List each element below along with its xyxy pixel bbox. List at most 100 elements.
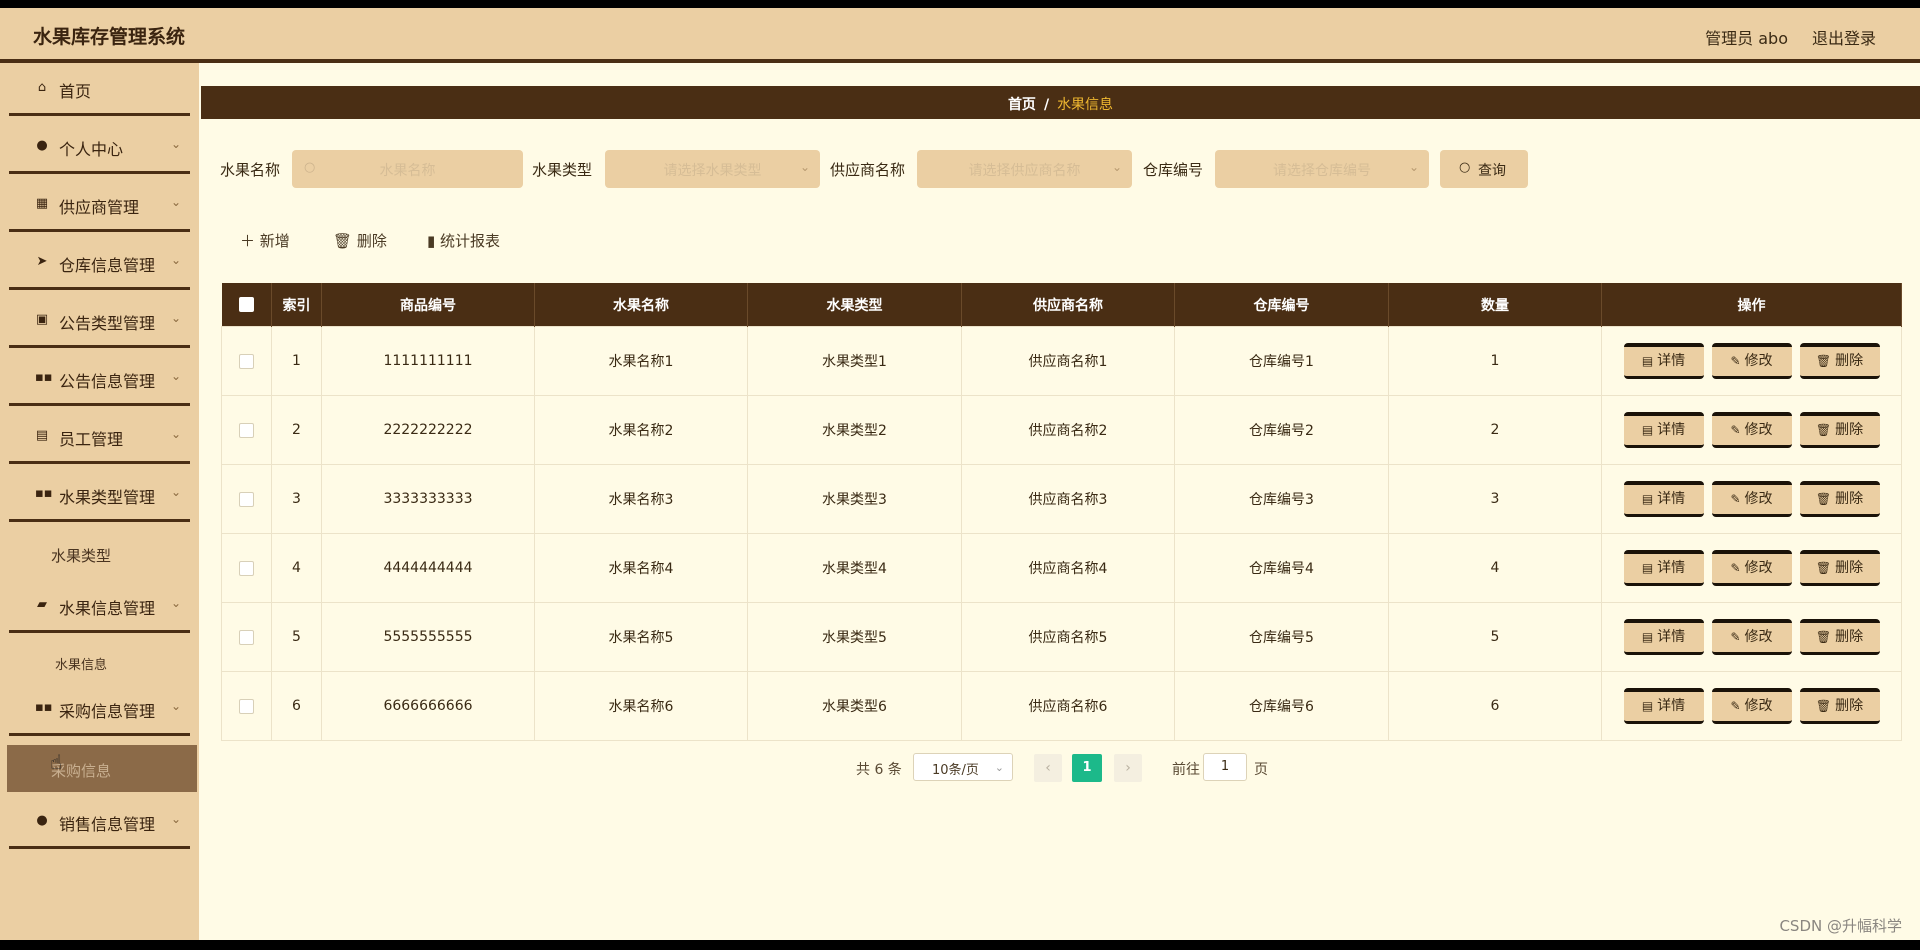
detail-button[interactable]: ▤ 详情 <box>1623 688 1704 724</box>
sidebar-subitem-purchase-info[interactable]: 采购信息 <box>7 745 197 792</box>
table-cell: 水果名称6 <box>534 671 748 741</box>
row-actions: ▤ 详情 ✎ 修改 🗑 删除 <box>1601 395 1902 465</box>
sidebar-item-warehouse[interactable]: ➤ 仓库信息管理 ⌄ <box>9 238 190 290</box>
row-select-cell[interactable] <box>221 602 272 672</box>
edit-button[interactable]: ✎ 修改 <box>1711 688 1792 724</box>
detail-button[interactable]: ▤ 详情 <box>1623 619 1704 655</box>
detail-button[interactable]: ▤ 详情 <box>1623 412 1704 448</box>
chevron-down-icon: ⌄ <box>799 160 810 174</box>
sidebar-item-purchase[interactable]: ▪▪ 采购信息管理 ⌄ <box>9 684 190 736</box>
warehouse-select[interactable]: 请选择仓库编号 ⌄ <box>1215 150 1429 188</box>
sidebar-item-label: 公告信息管理 <box>59 372 156 391</box>
delete-button[interactable]: 🗑 删除 <box>1799 343 1880 379</box>
supplier-select[interactable]: 请选择供应商名称 ⌄ <box>917 150 1132 188</box>
top-header: 水果库存管理系统 管理员 abo 退出登录 <box>0 8 1920 63</box>
table-cell: 水果类型4 <box>747 533 962 603</box>
table-cell: 4 <box>271 533 322 603</box>
select-all-cell[interactable] <box>221 283 272 327</box>
detail-label: 详情 <box>1657 353 1686 369</box>
row-select-cell[interactable] <box>221 395 272 465</box>
sidebar-item-sales[interactable]: ● 销售信息管理 ⌄ <box>9 797 190 849</box>
sidebar-item-label: 水果类型管理 <box>59 488 156 507</box>
breadcrumb-separator: / <box>1043 97 1050 113</box>
detail-button[interactable]: ▤ 详情 <box>1623 550 1704 586</box>
logout-link[interactable]: 退出登录 <box>1812 25 1876 49</box>
edit-label: 修改 <box>1744 560 1773 576</box>
bar-chart-icon: ▮ <box>427 232 436 250</box>
fruit-type-select[interactable]: 请选择水果类型 ⌄ <box>605 150 820 188</box>
detail-button[interactable]: ▤ 详情 <box>1623 343 1704 379</box>
clipboard-icon: ▣ <box>35 312 49 327</box>
next-page-button[interactable]: › <box>1114 754 1142 782</box>
table-cell: 水果名称3 <box>534 464 748 534</box>
sidebar-item-fruit-type[interactable]: ▪▪ 水果类型管理 ⌄ <box>9 470 190 522</box>
sidebar-subitem-fruit-info[interactable]: 水果信息 <box>9 641 190 683</box>
row-select-cell[interactable] <box>221 326 272 396</box>
detail-button[interactable]: ▤ 详情 <box>1623 481 1704 517</box>
page-size-select[interactable]: 10条/页 ⌄ <box>913 753 1013 781</box>
delete-button[interactable]: 🗑 删除 <box>1799 412 1880 448</box>
add-button[interactable]: ＋ 新增 <box>240 230 290 251</box>
edit-button[interactable]: ✎ 修改 <box>1711 619 1792 655</box>
row-select-cell[interactable] <box>221 533 272 603</box>
edit-button[interactable]: ✎ 修改 <box>1711 343 1792 379</box>
fruit-table: 索引 商品编号 水果名称 水果类型 供应商名称 仓库编号 数量 操作 1 1111… <box>221 283 1902 741</box>
table-cell: 仓库编号3 <box>1174 464 1389 534</box>
row-checkbox[interactable] <box>239 422 254 438</box>
sidebar-item-fruit-info[interactable]: ▰ 水果信息管理 ⌄ <box>9 581 190 633</box>
fruit-type-placeholder: 请选择水果类型 <box>663 163 762 179</box>
edit-button[interactable]: ✎ 修改 <box>1711 550 1792 586</box>
chevron-right-icon: › <box>1125 760 1131 776</box>
edit-label: 修改 <box>1744 698 1773 714</box>
delete-button[interactable]: 🗑 删除 <box>1799 481 1880 517</box>
page-number-button[interactable]: 1 <box>1072 754 1102 782</box>
table-cell: 供应商名称1 <box>961 326 1175 396</box>
document-icon: ▤ <box>1641 354 1654 368</box>
goto-page-input[interactable]: 1 <box>1203 753 1247 781</box>
sidebar-item-notice-info[interactable]: ▪▪ 公告信息管理 ⌄ <box>9 354 190 406</box>
goto-prefix: 前往 <box>1172 762 1200 778</box>
report-button[interactable]: ▮ 统计报表 <box>427 230 500 251</box>
sidebar-item-notice-type[interactable]: ▣ 公告类型管理 ⌄ <box>9 296 190 348</box>
select-all-checkbox[interactable] <box>238 297 254 312</box>
batch-delete-button[interactable]: 🗑 删除 <box>333 230 387 251</box>
table-cell: 仓库编号1 <box>1174 326 1389 396</box>
chevron-down-icon: ⌄ <box>994 761 1004 774</box>
sidebar-subitem-fruit-type[interactable]: 水果类型 <box>9 533 190 575</box>
report-button-label: 统计报表 <box>440 232 501 250</box>
row-checkbox[interactable] <box>239 353 254 369</box>
delete-button[interactable]: 🗑 删除 <box>1799 619 1880 655</box>
row-checkbox[interactable] <box>239 560 254 576</box>
table-cell: 1111111111 <box>321 326 535 396</box>
column-header: 仓库编号 <box>1174 283 1389 327</box>
query-button-label: 查询 <box>1478 163 1506 179</box>
row-select-cell[interactable] <box>221 464 272 534</box>
delete-button[interactable]: 🗑 删除 <box>1799 550 1880 586</box>
row-actions: ▤ 详情 ✎ 修改 🗑 删除 <box>1601 533 1902 603</box>
row-checkbox[interactable] <box>239 698 254 714</box>
row-checkbox[interactable] <box>239 629 254 645</box>
sidebar-item-staff[interactable]: ▤ 员工管理 ⌄ <box>9 412 190 464</box>
sidebar: ⌂ 首页 ● 个人中心 ⌄ ▦ 供应商管理 ⌄ ➤ 仓库信息管理 ⌄ ▣ 公告类… <box>0 63 199 940</box>
query-button[interactable]: ○ 查询 <box>1440 150 1528 188</box>
prev-page-button[interactable]: ‹ <box>1034 754 1062 782</box>
row-checkbox[interactable] <box>239 491 254 507</box>
fruit-name-input[interactable]: ○ 水果名称 <box>292 150 523 188</box>
row-select-cell[interactable] <box>221 671 272 741</box>
breadcrumb-home[interactable]: 首页 <box>1008 97 1036 113</box>
sidebar-item-personal-center[interactable]: ● 个人中心 ⌄ <box>9 122 190 174</box>
edit-button[interactable]: ✎ 修改 <box>1711 412 1792 448</box>
edit-button[interactable]: ✎ 修改 <box>1711 481 1792 517</box>
sidebar-item-home[interactable]: ⌂ 首页 <box>9 64 190 116</box>
fruit-type-label: 水果类型 <box>532 161 593 179</box>
plus-icon: ＋ <box>240 232 256 250</box>
table-cell: 水果名称4 <box>534 533 748 603</box>
user-icon: ● <box>36 138 48 153</box>
delete-button[interactable]: 🗑 删除 <box>1799 688 1880 724</box>
sidebar-item-supplier[interactable]: ▦ 供应商管理 ⌄ <box>9 180 190 232</box>
detail-label: 详情 <box>1657 491 1686 507</box>
sidebar-item-label: 采购信息管理 <box>59 702 156 721</box>
ticket-icon: ▰ <box>37 597 47 612</box>
search-icon: ○ <box>1459 160 1471 175</box>
edit-icon: ✎ <box>1730 699 1741 713</box>
